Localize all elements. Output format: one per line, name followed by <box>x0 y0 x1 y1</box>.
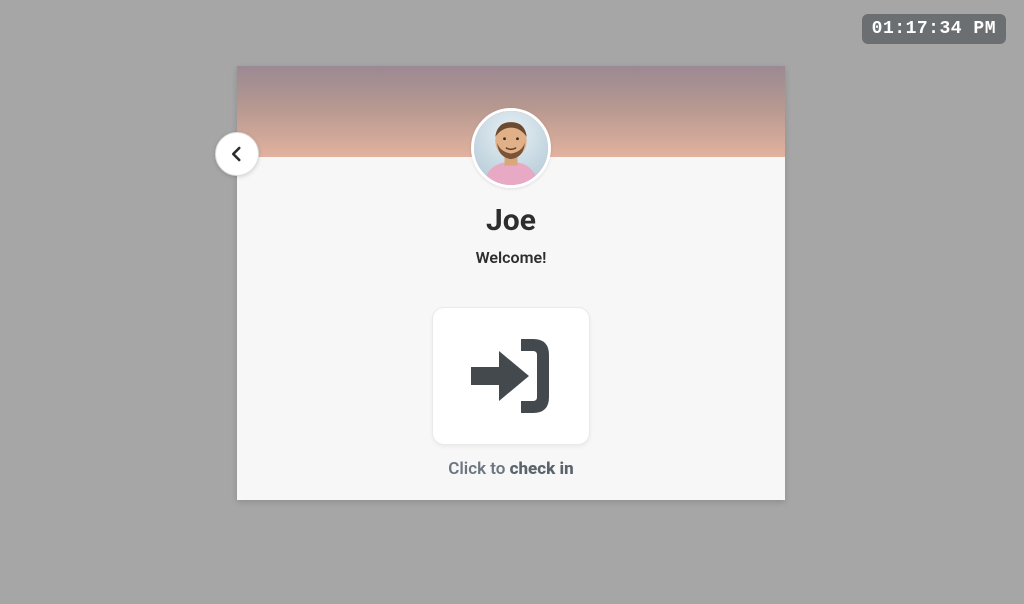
avatar-image <box>474 111 548 185</box>
checkin-button[interactable] <box>432 307 590 445</box>
welcome-text: Welcome! <box>237 248 785 267</box>
user-avatar <box>471 108 551 188</box>
card-header-banner <box>237 66 785 157</box>
checkin-label-prefix: Click to <box>448 459 509 479</box>
checkin-label: Click to check in <box>448 459 573 479</box>
checkin-card: Joe Welcome! Click to check in <box>237 66 785 500</box>
user-name: Joe <box>237 203 785 238</box>
sign-in-icon <box>461 331 561 421</box>
chevron-left-icon <box>228 145 246 163</box>
checkin-label-action: check in <box>510 459 574 479</box>
back-button[interactable] <box>215 132 259 176</box>
checkin-area: Click to check in <box>237 307 785 479</box>
clock-display: 01:17:34 PM <box>862 14 1006 44</box>
